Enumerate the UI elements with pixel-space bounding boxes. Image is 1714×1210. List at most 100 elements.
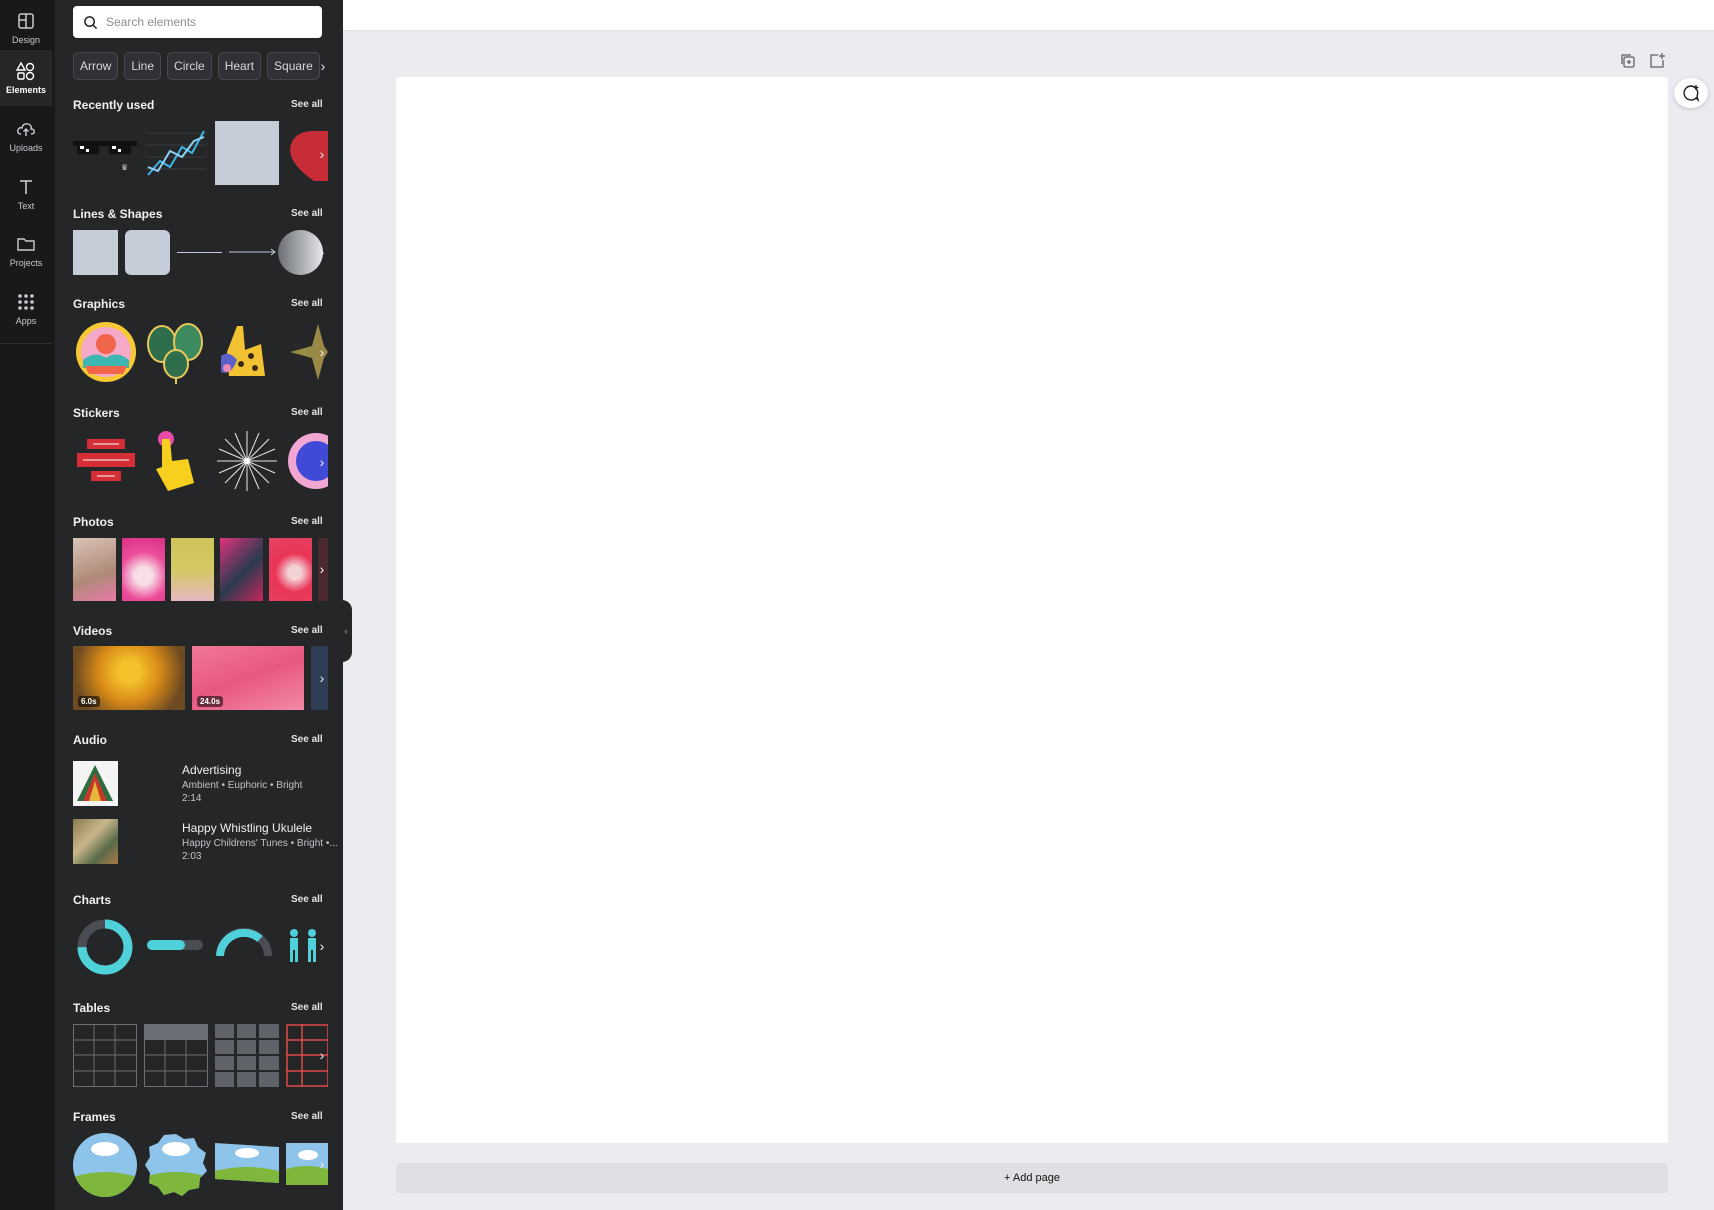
line-thumbnail[interactable] — [177, 252, 222, 253]
leopard-hand-graphic[interactable] — [215, 320, 279, 384]
add-page-button[interactable]: + Add page — [396, 1163, 1668, 1193]
quick-filter-chips: Arrow Line Circle Heart Square — [73, 52, 328, 80]
tables-row — [73, 1024, 328, 1087]
shapes-icon — [16, 61, 35, 81]
see-all-recently-used[interactable]: See all — [291, 99, 323, 110]
rail-divider — [0, 343, 52, 344]
rail-item-design[interactable]: Design — [0, 0, 52, 56]
circle-frame-thumbnail[interactable] — [73, 1133, 137, 1197]
header-table-thumbnail[interactable] — [144, 1024, 208, 1087]
rail-item-projects[interactable]: Projects — [0, 223, 52, 279]
audio-duration: 2:14 — [182, 793, 202, 804]
videos-next-icon[interactable]: › — [313, 666, 331, 690]
photos-next-icon[interactable]: › — [313, 557, 331, 581]
editor-top-bar — [343, 0, 1714, 31]
comment-plus-icon — [1683, 85, 1700, 103]
chip-circle[interactable]: Circle — [167, 52, 212, 80]
frames-row — [73, 1133, 328, 1197]
see-all-videos[interactable]: See all — [291, 625, 323, 636]
chip-arrow[interactable]: Arrow — [73, 52, 119, 80]
photo-thumbnail[interactable] — [269, 538, 312, 601]
see-all-graphics[interactable]: See all — [291, 298, 323, 309]
rail-label: Apps — [15, 316, 37, 326]
plain-table-thumbnail[interactable] — [73, 1024, 137, 1087]
video-thumbnail[interactable]: 6.0s — [73, 646, 185, 710]
chip-square[interactable]: Square — [267, 52, 320, 80]
skewed-frame-thumbnail[interactable] — [215, 1139, 279, 1189]
donut-chart-thumbnail[interactable] — [76, 918, 134, 976]
add-comment-button[interactable] — [1674, 78, 1708, 108]
rail-item-apps[interactable]: Apps — [0, 281, 52, 337]
gray-square-thumbnail[interactable] — [215, 121, 279, 185]
valentines-banner-sticker[interactable] — [75, 437, 137, 487]
section-title-photos: Photos — [73, 515, 114, 529]
rail-label: Text — [17, 201, 35, 211]
monstera-leaves-graphic[interactable] — [144, 320, 208, 384]
lines-shapes-row — [73, 230, 328, 275]
search-box[interactable] — [73, 6, 322, 38]
collapse-panel-handle[interactable]: ‹ — [340, 600, 352, 662]
section-title-charts: Charts — [73, 893, 112, 907]
rail-item-text[interactable]: Text — [0, 166, 52, 222]
recently-used-row: ♛ — [73, 121, 328, 185]
section-title-frames: Frames — [73, 1110, 116, 1124]
charts-next-icon[interactable]: › — [313, 934, 331, 958]
rail-item-uploads[interactable]: Uploads — [0, 108, 52, 164]
audio-duration: 2:03 — [182, 851, 202, 862]
pointing-hand-sticker[interactable] — [144, 429, 208, 493]
see-all-frames[interactable]: See all — [291, 1111, 323, 1122]
pixel-sunglasses-thumbnail[interactable]: ♛ — [73, 133, 137, 173]
audio-title: Happy Whistling Ukulele — [182, 821, 313, 835]
video-thumbnail[interactable]: 24.0s — [192, 646, 304, 710]
photo-thumbnail[interactable] — [73, 538, 116, 601]
rail-label: Projects — [9, 258, 43, 268]
apps-grid-icon — [18, 294, 34, 310]
video-duration: 6.0s — [78, 696, 100, 707]
see-all-lines-shapes[interactable]: See all — [291, 208, 323, 219]
add-page-icon[interactable] — [1648, 52, 1666, 70]
lines-shapes-next-icon[interactable]: › — [313, 240, 331, 264]
section-title-tables: Tables — [73, 1001, 111, 1015]
arrow-line-thumbnail[interactable] — [229, 247, 277, 257]
design-page-canvas[interactable] — [396, 77, 1668, 1143]
photo-thumbnail[interactable] — [171, 538, 214, 601]
see-all-charts[interactable]: See all — [291, 894, 323, 905]
audio-tags: Happy Childrens' Tunes • Bright •... — [182, 838, 338, 849]
audio-tags: Ambient • Euphoric • Bright — [182, 780, 303, 791]
see-all-audio[interactable]: See all — [291, 734, 323, 745]
chip-heart[interactable]: Heart — [217, 52, 262, 80]
frames-next-icon[interactable]: › — [313, 1152, 331, 1176]
starburst-sticker[interactable] — [215, 429, 279, 493]
rounded-square-shape-thumbnail[interactable] — [125, 230, 170, 275]
tables-next-icon[interactable]: › — [313, 1043, 331, 1067]
left-rail: Design Elements Uploads Text Projects Ap… — [0, 0, 55, 1210]
audio-title: Advertising — [182, 763, 242, 777]
see-all-photos[interactable]: See all — [291, 516, 323, 527]
stickers-next-icon[interactable]: › — [313, 450, 331, 474]
duplicate-page-icon[interactable] — [1619, 52, 1637, 70]
section-title-graphics: Graphics — [73, 297, 126, 311]
graphics-next-icon[interactable]: › — [313, 340, 331, 364]
gauge-chart-thumbnail[interactable] — [215, 926, 273, 960]
recently-used-next-icon[interactable]: › — [313, 142, 331, 166]
line-chart-graphic-thumbnail[interactable] — [144, 121, 208, 185]
scalloped-frame-thumbnail[interactable] — [144, 1133, 208, 1197]
charts-row — [73, 916, 328, 976]
rail-item-elements[interactable]: Elements — [0, 50, 52, 106]
search-input[interactable] — [106, 15, 306, 29]
audio-cover-thumbnail — [73, 819, 118, 864]
progress-bar-thumbnail[interactable] — [147, 938, 203, 952]
section-title-audio: Audio — [73, 733, 107, 747]
see-all-tables[interactable]: See all — [291, 1002, 323, 1013]
folder-icon — [17, 238, 35, 251]
chips-scroll-right-icon[interactable]: › — [313, 52, 333, 80]
chip-line[interactable]: Line — [124, 52, 162, 80]
square-shape-thumbnail[interactable] — [73, 230, 118, 275]
videos-row: 6.0s 24.0s — [73, 646, 328, 710]
section-title-recently-used: Recently used — [73, 98, 155, 112]
filled-table-thumbnail[interactable] — [215, 1024, 279, 1087]
photo-thumbnail[interactable] — [122, 538, 165, 601]
see-all-stickers[interactable]: See all — [291, 407, 323, 418]
photo-thumbnail[interactable] — [220, 538, 263, 601]
sunset-badge-graphic[interactable] — [75, 320, 137, 384]
